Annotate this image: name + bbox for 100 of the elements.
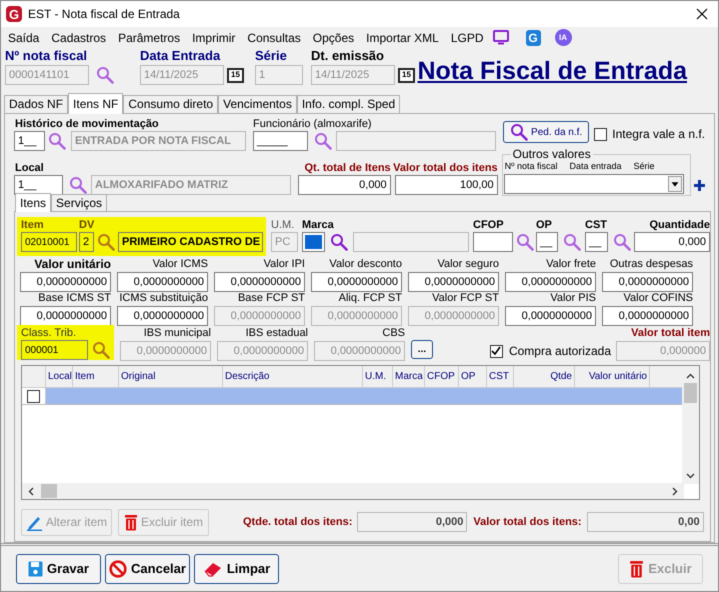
field-label: Funcionário (almoxarife) [253, 118, 373, 131]
input-field[interactable]: 0,0000000000 [214, 272, 305, 292]
dropdown[interactable] [504, 174, 684, 194]
menu-item[interactable]: Opções [306, 28, 360, 46]
search-icon[interactable] [613, 233, 631, 251]
vertical-scrollbar[interactable] [682, 366, 699, 484]
input-field[interactable]: 0,0000000000 [505, 272, 596, 292]
column-header[interactable]: Valor unitário [575, 366, 650, 387]
column-header[interactable]: Marca [393, 366, 425, 387]
scroll-thumb[interactable] [41, 484, 57, 498]
menu-item[interactable]: Parâmetros [112, 28, 186, 46]
menu-item[interactable]: Saída [2, 28, 46, 46]
input-field[interactable]: 0,0000000000 [408, 272, 499, 292]
menu-item[interactable]: Cadastros [45, 28, 112, 46]
help-badge[interactable]: G [526, 30, 541, 46]
input-field[interactable]: 0,0000000000 [20, 272, 111, 292]
trash-icon [124, 514, 138, 530]
ai-badge[interactable]: IA [554, 29, 572, 46]
input-field[interactable]: __ [585, 232, 608, 252]
column-header[interactable]: CST [487, 366, 514, 387]
add-icon[interactable] [694, 180, 705, 191]
field-label: Valor seguro [437, 258, 499, 271]
description-field[interactable] [336, 131, 496, 151]
tab[interactable]: Vencimentos [218, 95, 297, 113]
menu-item[interactable]: LGPD [444, 28, 490, 46]
cancel-button[interactable]: Cancelar [105, 554, 190, 584]
save-button[interactable]: Gravar [16, 554, 101, 584]
input-field[interactable]: 0,0000000000 [117, 272, 208, 292]
items-grid[interactable]: Local Item Original Descrição U.M. Marca CFOP OP CST Qtde Valor unitário [21, 365, 700, 500]
tab[interactable]: Dados NF [4, 95, 68, 113]
checkbox-label[interactable]: Integra vale a n.f. [612, 125, 705, 143]
input-field[interactable]: 0,0000000000 [602, 272, 693, 292]
input-field[interactable]: 0,000 [634, 232, 710, 252]
input-field[interactable]: 100,00 [394, 175, 498, 195]
column-header[interactable]: OP [459, 366, 487, 387]
search-icon[interactable] [314, 132, 332, 150]
horizontal-scrollbar[interactable] [22, 483, 684, 499]
input-field[interactable]: 0,0000000000 [505, 306, 596, 326]
field-label: Marca [302, 219, 335, 232]
search-icon[interactable] [563, 233, 581, 251]
tab[interactable]: Consumo direto [123, 95, 218, 113]
field-label: IBS municipal [144, 327, 211, 340]
input-field[interactable]: 0,000 [298, 175, 391, 195]
column-header[interactable]: Descrição [223, 366, 363, 387]
tab[interactable]: Itens [15, 193, 52, 212]
field-label: Local [15, 162, 45, 175]
search-icon[interactable] [92, 341, 110, 359]
scroll-down-icon[interactable] [686, 471, 695, 480]
clear-button[interactable]: Limpar [194, 554, 279, 584]
input-field[interactable]: 000001 [21, 340, 88, 360]
total-field[interactable]: 0,000 [357, 512, 468, 532]
order-search-button[interactable]: Ped. da n.f. [503, 121, 590, 143]
menu-item[interactable]: Consultas [241, 28, 307, 46]
menu-item[interactable]: Importar XML [360, 28, 445, 46]
field-label: Valor desconto [329, 258, 402, 271]
total-field[interactable]: 0,00 [586, 512, 704, 532]
search-icon[interactable] [510, 123, 528, 141]
checkbox[interactable] [594, 128, 608, 140]
column-header[interactable]: CFOP [425, 366, 459, 387]
scroll-right-icon[interactable] [670, 486, 679, 496]
input-field[interactable]: 1__ [14, 175, 63, 195]
monitor-icon[interactable] [492, 30, 509, 45]
eraser-icon [202, 560, 223, 576]
input-field[interactable]: 0,0000000000 [20, 306, 111, 326]
checkbox[interactable] [27, 390, 40, 402]
search-icon[interactable] [516, 233, 534, 251]
input-field[interactable]: 02010001 [21, 232, 77, 252]
tab[interactable]: Itens NF [68, 93, 124, 114]
column-header[interactable]: Item [73, 366, 119, 387]
input-field[interactable]: 0,0000000000 [117, 306, 208, 326]
input-field[interactable]: _____ [253, 131, 308, 151]
column-header[interactable]: Local [46, 366, 73, 387]
column-header[interactable]: Qtde [514, 366, 575, 387]
color-field[interactable] [302, 232, 325, 252]
input-field[interactable]: 2 [79, 232, 94, 252]
tab[interactable]: Info. compl. Sped [296, 95, 400, 113]
search-icon[interactable] [97, 233, 115, 251]
checkbox-label[interactable]: Compra autorizada [508, 342, 611, 360]
scroll-left-icon[interactable] [27, 486, 36, 496]
scroll-up-icon[interactable] [686, 372, 695, 381]
more-button[interactable]: ... [411, 340, 433, 359]
input-field[interactable]: 0,0000000000 [311, 272, 402, 292]
input-field[interactable]: 1__ [14, 131, 45, 151]
description-field[interactable] [353, 232, 469, 252]
description-field[interactable]: PRIMEIRO CADASTRO DE [118, 232, 263, 252]
close-icon[interactable] [696, 8, 708, 20]
field-label: U.M. [271, 219, 296, 232]
column-header[interactable]: Original [119, 366, 223, 387]
column-header[interactable]: U.M. [363, 366, 393, 387]
search-icon[interactable] [96, 66, 114, 84]
checkbox[interactable] [490, 344, 503, 358]
input-field[interactable]: 0,0000000000 [602, 306, 693, 326]
input-field[interactable]: __ [536, 232, 558, 252]
input-field[interactable] [473, 232, 513, 252]
scroll-thumb[interactable] [684, 383, 697, 403]
menu-item[interactable]: Imprimir [186, 28, 242, 46]
tab[interactable]: Serviços [51, 194, 108, 211]
search-icon[interactable] [48, 132, 66, 150]
search-icon[interactable] [330, 233, 348, 251]
search-icon[interactable] [69, 176, 87, 194]
